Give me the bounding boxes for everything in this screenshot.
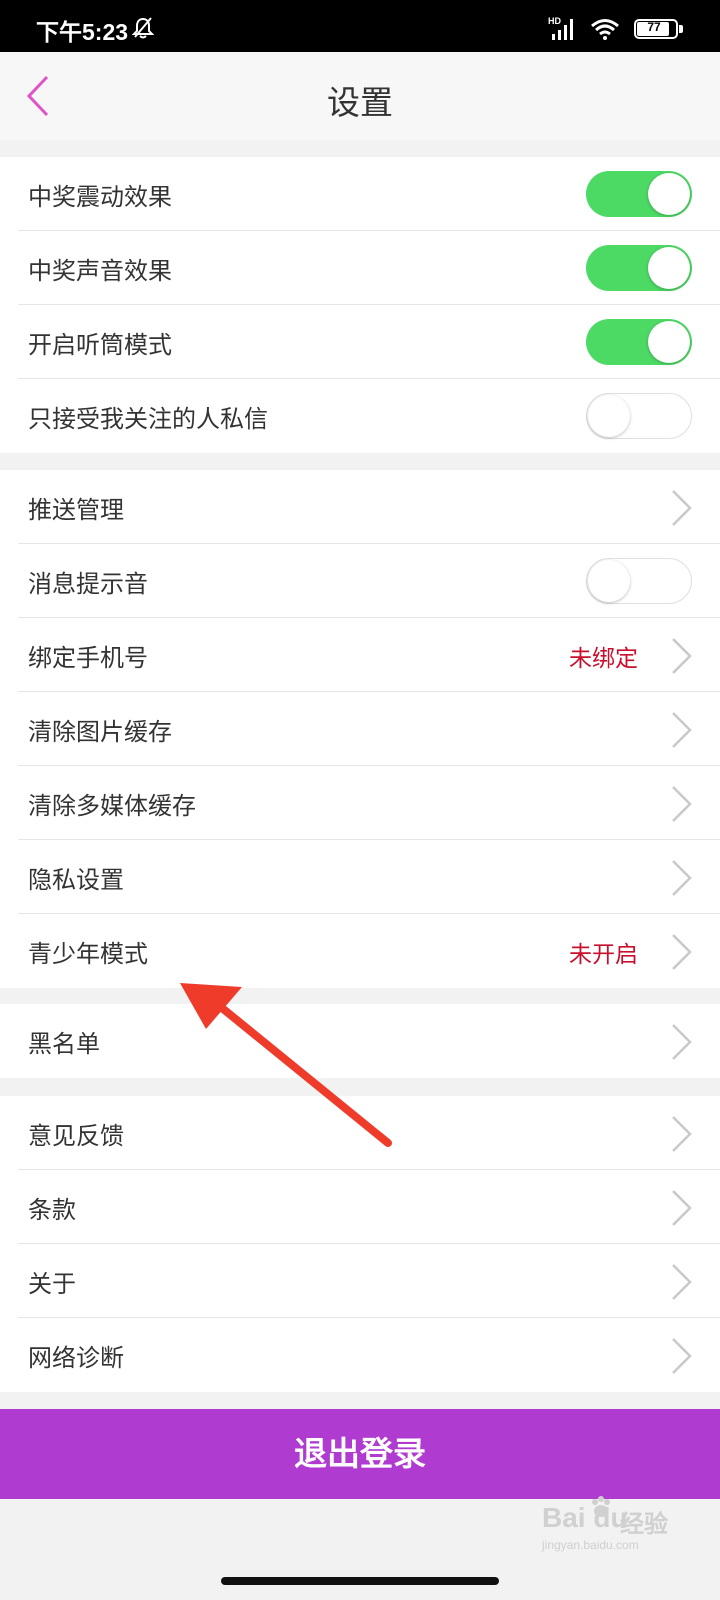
chevron-right-icon — [672, 1190, 692, 1226]
settings-row: 只接受我关注的人私信 — [0, 379, 720, 453]
settings-row-label: 清除多媒体缓存 — [28, 792, 196, 820]
toggle-switch[interactable] — [586, 319, 692, 365]
wifi-icon — [591, 19, 619, 40]
bell-muted-icon — [132, 17, 154, 39]
settings-row: 消息提示音 — [0, 544, 720, 618]
hd-label: HD — [548, 16, 561, 26]
settings-row-label: 中奖声音效果 — [28, 257, 172, 285]
settings-row: 开启听筒模式 — [0, 305, 720, 379]
chevron-right-icon — [672, 860, 692, 896]
settings-group: 黑名单 — [0, 1004, 720, 1078]
settings-group: 意见反馈条款关于网络诊断 — [0, 1096, 720, 1392]
settings-row[interactable]: 黑名单 — [0, 1004, 720, 1078]
settings-row-label: 绑定手机号 — [28, 644, 148, 672]
chevron-right-icon — [672, 934, 692, 970]
settings-row-label: 隐私设置 — [28, 866, 124, 894]
battery-level: 77 — [647, 20, 661, 34]
toggle-knob — [648, 173, 690, 215]
settings-row[interactable]: 条款 — [0, 1170, 720, 1244]
settings-row[interactable]: 推送管理 — [0, 470, 720, 544]
chevron-right-icon — [672, 1024, 692, 1060]
chevron-right-icon — [672, 1116, 692, 1152]
settings-row[interactable]: 清除多媒体缓存 — [0, 766, 720, 840]
toggle-switch[interactable] — [586, 393, 692, 439]
chevron-right-icon — [672, 638, 692, 674]
settings-row-label: 黑名单 — [28, 1030, 100, 1058]
page-title: 设置 — [327, 83, 393, 122]
toggle-knob — [588, 395, 630, 437]
home-indicator[interactable] — [221, 1577, 499, 1585]
settings-row-label: 消息提示音 — [28, 570, 148, 598]
chevron-right-icon — [672, 1338, 692, 1374]
chevron-right-icon — [672, 712, 692, 748]
chevron-right-icon — [672, 1264, 692, 1300]
settings-row-label: 条款 — [28, 1196, 76, 1224]
settings-row-label: 网络诊断 — [28, 1344, 124, 1372]
toggle-knob — [648, 321, 690, 363]
settings-row-label: 清除图片缓存 — [28, 718, 172, 746]
watermark-url: jingyan.baidu.com — [542, 1538, 639, 1552]
watermark: Bai du 经验 jingyan.baidu.com — [540, 1496, 710, 1560]
settings-row[interactable]: 清除图片缓存 — [0, 692, 720, 766]
settings-row[interactable]: 青少年模式 未开启 — [0, 914, 720, 988]
settings-row[interactable]: 网络诊断 — [0, 1318, 720, 1392]
toggle-switch[interactable] — [586, 171, 692, 217]
toggle-switch[interactable] — [586, 558, 692, 604]
settings-row[interactable]: 隐私设置 — [0, 840, 720, 914]
settings-row-label: 推送管理 — [28, 496, 124, 524]
status-bar: 下午5:23 HD 77 — [0, 0, 720, 52]
settings-row-label: 意见反馈 — [28, 1122, 124, 1150]
settings-group: 中奖震动效果 中奖声音效果 开启听筒模式只接受我关注的人私信 — [0, 157, 720, 453]
settings-row: 中奖震动效果 — [0, 157, 720, 231]
chevron-right-icon — [672, 786, 692, 822]
settings-row: 中奖声音效果 — [0, 231, 720, 305]
settings-row-value: 未绑定 — [569, 646, 638, 672]
signal-icon: HD — [548, 16, 573, 40]
settings-row-label: 只接受我关注的人私信 — [28, 405, 268, 433]
settings-row[interactable]: 意见反馈 — [0, 1096, 720, 1170]
logout-button[interactable]: 退出登录 — [0, 1409, 720, 1499]
status-time: 下午5:23 — [36, 19, 129, 45]
watermark-cn: 经验 — [620, 1510, 668, 1538]
settings-row[interactable]: 绑定手机号 未绑定 — [0, 618, 720, 692]
settings-group: 推送管理消息提示音绑定手机号 未绑定清除图片缓存 清除多媒体缓存 隐私设置青少年模式 未… — [0, 470, 720, 988]
toggle-knob — [588, 560, 630, 602]
settings-row[interactable]: 关于 — [0, 1244, 720, 1318]
settings-row-label: 中奖震动效果 — [28, 183, 172, 211]
settings-row-label: 开启听筒模式 — [28, 331, 172, 359]
header: 设置 — [0, 52, 720, 140]
settings-row-label: 青少年模式 — [28, 940, 148, 968]
settings-row-value: 未开启 — [569, 942, 638, 968]
battery-icon: 77 — [634, 19, 684, 41]
paw-icon — [592, 1496, 610, 1517]
toggle-knob — [648, 247, 690, 289]
chevron-right-icon — [672, 490, 692, 526]
settings-row-label: 关于 — [28, 1270, 76, 1298]
toggle-switch[interactable] — [586, 245, 692, 291]
